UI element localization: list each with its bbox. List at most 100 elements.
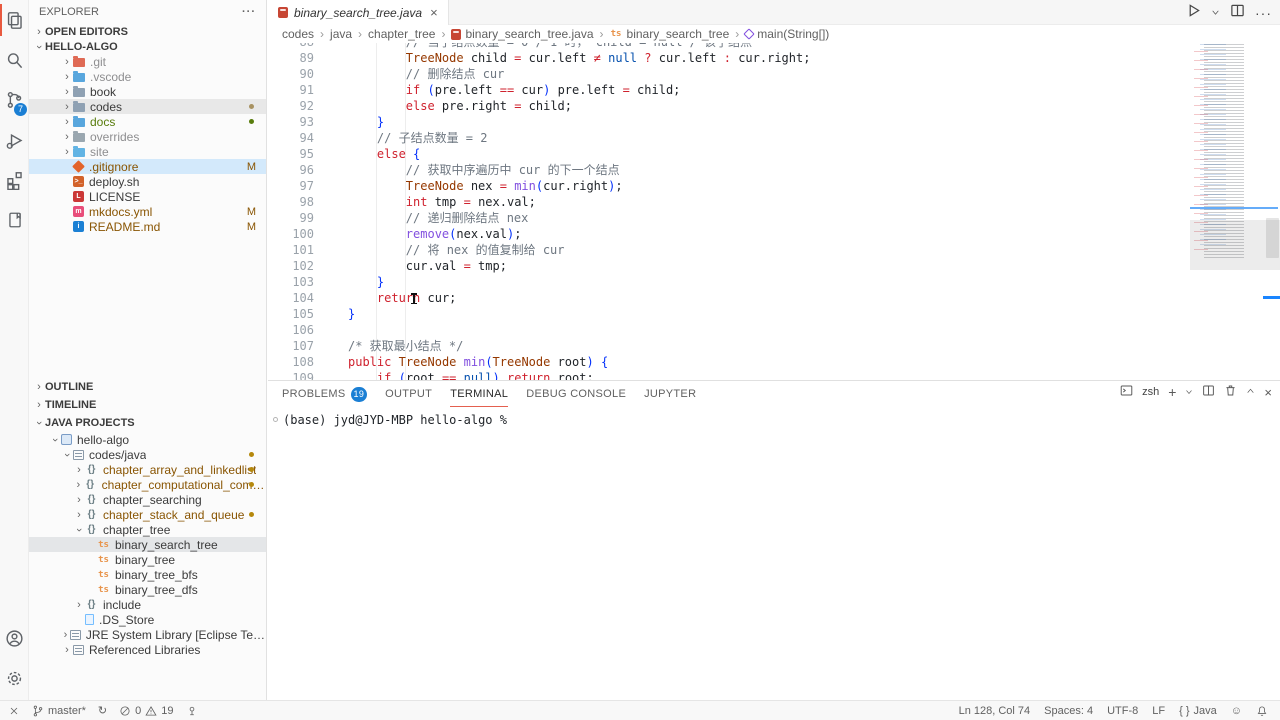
settings-gear-icon[interactable] bbox=[0, 658, 29, 698]
eol-sequence[interactable]: LF bbox=[1152, 705, 1165, 717]
file-row-overrides[interactable]: ›overrides bbox=[29, 129, 266, 144]
ports-icon[interactable] bbox=[186, 705, 198, 717]
run-debug-icon[interactable] bbox=[0, 120, 29, 160]
maximize-panel-chevron-icon[interactable] bbox=[1246, 385, 1255, 399]
vscode-window: 7 EXPLORER ··· › OPEN EDITORS bbox=[0, 0, 1280, 720]
java-item-chapter-computational-complexity[interactable]: ›{}chapter_computational_complexity bbox=[29, 477, 266, 492]
tab-binary-search-tree[interactable]: binary_search_tree.java × bbox=[268, 0, 449, 25]
chevron-down-icon[interactable]: › bbox=[61, 449, 73, 461]
file-row-readme-md[interactable]: iREADME.mdM bbox=[29, 219, 266, 234]
chevron-down-icon[interactable]: › bbox=[73, 524, 85, 536]
extensions-icon[interactable] bbox=[0, 160, 29, 200]
chevron-down-icon[interactable]: › bbox=[49, 434, 61, 446]
file-row-docs[interactable]: ›docs bbox=[29, 114, 266, 129]
file-row-git[interactable]: ›.git bbox=[29, 54, 266, 69]
java-item-label: binary_tree bbox=[115, 553, 175, 567]
java-item-binary-search-tree[interactable]: tsbinary_search_tree bbox=[29, 537, 266, 552]
file-row-mkdocs-yml[interactable]: mmkdocs.ymlM bbox=[29, 204, 266, 219]
terminal-dropdown-chevron-icon[interactable] bbox=[1185, 385, 1193, 399]
shell-selector[interactable]: zsh bbox=[1142, 386, 1159, 398]
problems-summary[interactable]: 0 19 bbox=[119, 705, 173, 717]
chevron-right-icon[interactable]: › bbox=[73, 494, 85, 506]
code-line-92: 92 else pre.right = child; bbox=[268, 98, 1280, 114]
java-item-jre-system-library-eclipse-temurin-17-17[interactable]: ›JRE System Library [Eclipse Temurin 17 … bbox=[29, 627, 266, 642]
docs-folder-icon bbox=[73, 118, 85, 127]
explorer-icon[interactable] bbox=[0, 0, 29, 40]
java-item-codes-java[interactable]: ›codes/java bbox=[29, 447, 266, 462]
notebook-icon[interactable] bbox=[0, 200, 29, 240]
run-button[interactable] bbox=[1186, 3, 1201, 23]
new-terminal-icon[interactable]: + bbox=[1168, 384, 1176, 400]
git-branch-item[interactable]: master* bbox=[32, 705, 86, 717]
file-row-book[interactable]: ›book bbox=[29, 84, 266, 99]
breadcrumb-item-binary-search-tree[interactable]: tsbinary_search_tree bbox=[594, 27, 730, 41]
java-item-referenced-libraries[interactable]: ›Referenced Libraries bbox=[29, 642, 266, 657]
file-row-gitignore[interactable]: .gitignoreM bbox=[29, 159, 266, 174]
breadcrumb-item-binary-search-tree-java[interactable]: binary_search_tree.java bbox=[435, 27, 593, 41]
explorer-more-icon[interactable]: ··· bbox=[242, 6, 256, 18]
more-actions-icon[interactable]: ··· bbox=[1255, 5, 1272, 21]
terminal-shell-icon[interactable] bbox=[1120, 384, 1133, 400]
chevron-right-icon[interactable]: › bbox=[73, 509, 85, 521]
source-control-icon[interactable]: 7 bbox=[0, 80, 29, 120]
tab-label: binary_search_tree.java bbox=[294, 6, 422, 20]
cursor-position[interactable]: Ln 128, Col 74 bbox=[959, 705, 1031, 717]
terminal-prompt[interactable]: (base) jyd@JYD-MBP hello-algo % bbox=[283, 413, 507, 427]
java-item-chapter-stack-and-queue[interactable]: ›{}chapter_stack_and_queue bbox=[29, 507, 266, 522]
java-item-chapter-array-and-linkedlist[interactable]: ›{}chapter_array_and_linkedlist bbox=[29, 462, 266, 477]
breadcrumb-item-java[interactable]: java bbox=[314, 27, 352, 41]
chevron-right-icon[interactable]: › bbox=[73, 464, 85, 476]
panel-tab-jupyter[interactable]: JUPYTER bbox=[644, 381, 696, 407]
split-terminal-icon[interactable] bbox=[1202, 384, 1215, 400]
remote-indicator-icon[interactable] bbox=[8, 705, 20, 717]
java-item-binary-tree-bfs[interactable]: tsbinary_tree_bfs bbox=[29, 567, 266, 582]
chevron-right-icon[interactable]: › bbox=[73, 599, 85, 611]
java-projects-section[interactable]: › JAVA PROJECTS bbox=[29, 414, 266, 432]
kill-terminal-icon[interactable] bbox=[1224, 384, 1237, 400]
close-icon[interactable]: × bbox=[430, 5, 438, 20]
code-line-103: 103 } bbox=[268, 274, 1280, 290]
notifications-bell-icon[interactable] bbox=[1256, 705, 1268, 717]
breadcrumb-item-main-string[interactable]: main(String[]) bbox=[729, 27, 829, 41]
file-row-deploy-sh[interactable]: >_deploy.sh bbox=[29, 174, 266, 189]
panel-tab-terminal[interactable]: TERMINAL bbox=[450, 381, 508, 407]
panel-tab-label: TERMINAL bbox=[450, 388, 508, 400]
search-icon[interactable] bbox=[0, 40, 29, 80]
java-item-include[interactable]: ›{}include bbox=[29, 597, 266, 612]
java-item-chapter-searching[interactable]: ›{}chapter_searching bbox=[29, 492, 266, 507]
close-panel-icon[interactable]: × bbox=[1264, 385, 1272, 400]
chevron-right-icon[interactable]: › bbox=[61, 644, 73, 656]
panel-tab-output[interactable]: OUTPUT bbox=[385, 381, 432, 407]
file-row-codes[interactable]: ›codes bbox=[29, 99, 266, 114]
java-item-binary-tree-dfs[interactable]: tsbinary_tree_dfs bbox=[29, 582, 266, 597]
panel-tab-problems[interactable]: PROBLEMS19 bbox=[282, 381, 367, 407]
sync-icon[interactable]: ↻ bbox=[98, 704, 107, 717]
java-item-chapter-tree[interactable]: ›{}chapter_tree bbox=[29, 522, 266, 537]
indentation[interactable]: Spaces: 4 bbox=[1044, 705, 1093, 717]
timeline-section[interactable]: › TIMELINE bbox=[29, 396, 266, 414]
split-editor-icon[interactable] bbox=[1230, 3, 1245, 23]
package-icon: {} bbox=[85, 509, 98, 520]
chevron-right-icon[interactable]: › bbox=[61, 629, 70, 641]
root-folder-section[interactable]: › HELLO-ALGO bbox=[29, 39, 266, 54]
outline-section[interactable]: › OUTLINE bbox=[29, 378, 266, 396]
encoding[interactable]: UTF-8 bbox=[1107, 705, 1138, 717]
file-row-license[interactable]: LLICENSE bbox=[29, 189, 266, 204]
breadcrumb-item-chapter-tree[interactable]: chapter_tree bbox=[352, 27, 435, 41]
java-item-binary-tree[interactable]: tsbinary_tree bbox=[29, 552, 266, 567]
breadcrumb-item-codes[interactable]: codes bbox=[282, 27, 314, 41]
file-row-site[interactable]: ›site bbox=[29, 144, 266, 159]
accounts-icon[interactable] bbox=[0, 618, 29, 658]
feedback-icon[interactable]: ☺ bbox=[1231, 705, 1242, 717]
java-item-hello-algo[interactable]: ›hello-algo bbox=[29, 432, 266, 447]
java-item-ds-store[interactable]: .DS_Store bbox=[29, 612, 266, 627]
code-editor[interactable]: 88 // 当子结点数量 = 0 / 1 时， child = null / 该… bbox=[268, 25, 1280, 380]
panel-tab-debug-console[interactable]: DEBUG CONSOLE bbox=[526, 381, 626, 407]
open-editors-section[interactable]: › OPEN EDITORS bbox=[29, 24, 266, 39]
code-line-102: 102 cur.val = tmp; bbox=[268, 258, 1280, 274]
file-row-vscode[interactable]: ›.vscode bbox=[29, 69, 266, 84]
language-mode[interactable]: { } Java bbox=[1179, 705, 1217, 717]
chevron-right-icon[interactable]: › bbox=[73, 479, 84, 491]
line-text: } bbox=[348, 115, 384, 129]
run-dropdown-chevron-icon[interactable] bbox=[1211, 4, 1220, 22]
